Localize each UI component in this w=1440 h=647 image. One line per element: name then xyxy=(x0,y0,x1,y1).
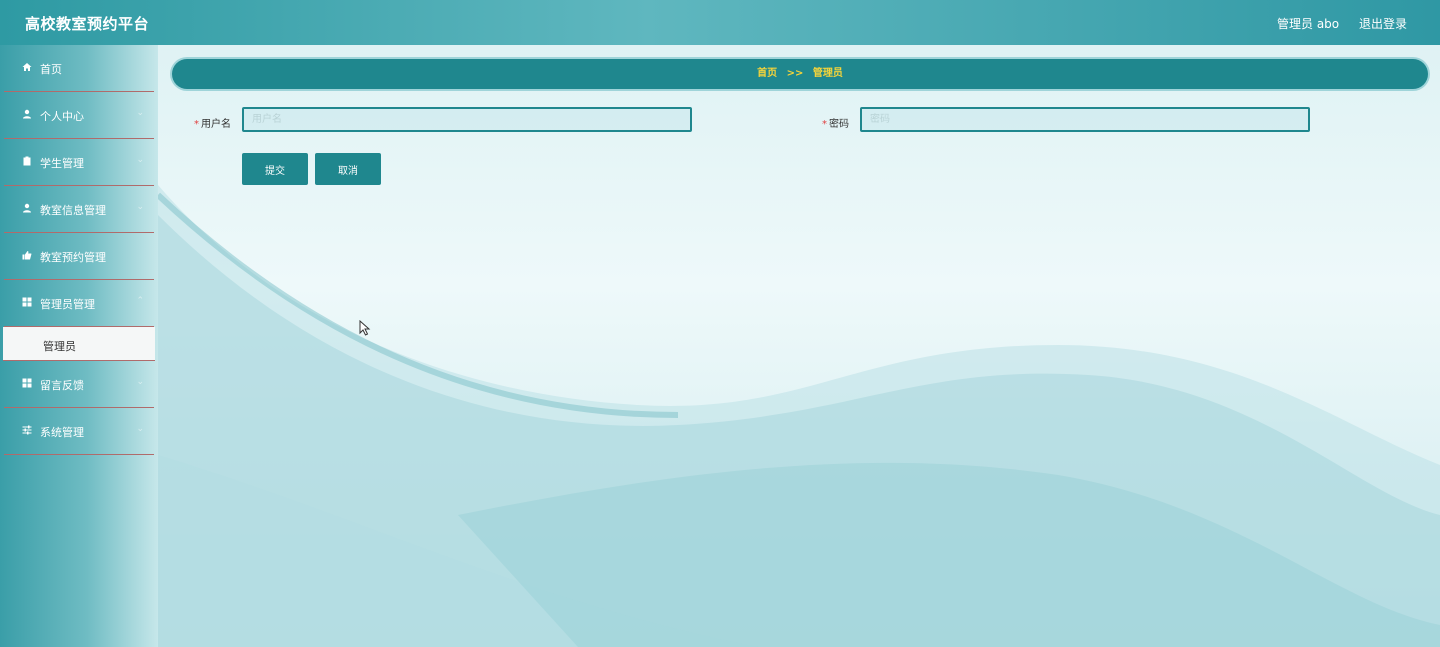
username-row: * 用户名 xyxy=(158,107,798,135)
password-label: * 密码 xyxy=(822,115,849,130)
background-silk-wave xyxy=(158,185,1440,647)
password-input[interactable] xyxy=(860,107,1310,132)
required-mark: * xyxy=(822,119,827,130)
chevron-up-icon: ⌃ xyxy=(136,296,144,306)
grid-icon xyxy=(22,297,32,307)
sidebar-item-classroom-info[interactable]: 教室信息管理 ⌄ xyxy=(4,186,154,233)
clipboard-icon xyxy=(22,156,32,166)
sidebar-item-personal-center[interactable]: 个人中心 ⌄ xyxy=(4,92,154,139)
user-area: 管理员 abo 退出登录 xyxy=(1277,15,1407,32)
sidebar-item-classroom-booking[interactable]: 教室预约管理 xyxy=(4,233,154,280)
username-input[interactable] xyxy=(242,107,692,132)
sidebar-item-system-management[interactable]: 系统管理 ⌄ xyxy=(4,408,154,455)
main-content: 首页 >> 管理员 *用户名 *密码 提交 取消 xyxy=(158,45,1440,647)
sidebar-item-home[interactable]: 首页 xyxy=(4,45,154,92)
sidebar-item-label: 教室预约管理 xyxy=(40,251,106,264)
current-user-label: 管理员 abo xyxy=(1277,17,1340,31)
top-header: 高校教室预约平台 管理员 abo 退出登录 xyxy=(0,0,1440,45)
breadcrumb: 首页 >> 管理员 xyxy=(172,59,1428,89)
chevron-down-icon: ⌄ xyxy=(136,202,144,212)
sidebar-item-admin-management[interactable]: 管理员管理 ⌃ xyxy=(4,280,154,327)
user-icon xyxy=(22,109,32,119)
app-title: 高校教室预约平台 xyxy=(25,15,150,33)
logout-link[interactable]: 退出登录 xyxy=(1359,15,1407,32)
sidebar-item-label: 个人中心 xyxy=(40,110,84,123)
sidebar-item-feedback[interactable]: 留言反馈 ⌄ xyxy=(4,361,154,408)
sidebar-item-label: 学生管理 xyxy=(40,157,84,170)
breadcrumb-current: 管理员 xyxy=(812,68,843,79)
sliders-icon xyxy=(22,425,32,435)
chevron-down-icon: ⌄ xyxy=(136,377,144,387)
chevron-down-icon: ⌄ xyxy=(136,108,144,118)
sidebar-item-label: 管理员管理 xyxy=(40,298,95,311)
cancel-button[interactable]: 取消 xyxy=(315,153,381,185)
breadcrumb-home[interactable]: 首页 xyxy=(757,68,777,79)
sidebar: 首页 个人中心 ⌄ 学生管理 ⌄ 教室信息管理 ⌄ 教室预约管理 管理员管理 ⌃ xyxy=(0,45,158,647)
breadcrumb-separator: >> xyxy=(786,68,804,79)
grid-icon xyxy=(22,378,32,388)
chevron-down-icon: ⌄ xyxy=(136,424,144,434)
sidebar-item-label: 教室信息管理 xyxy=(40,204,106,217)
sidebar-item-label: 留言反馈 xyxy=(40,379,84,392)
username-label: * 用户名 xyxy=(194,115,231,130)
username-label-text: 用户名 xyxy=(201,119,231,130)
chevron-down-icon: ⌄ xyxy=(136,155,144,165)
sidebar-item-label: 首页 xyxy=(40,63,62,76)
sidebar-subitem-label: 管理员 xyxy=(43,340,76,353)
password-row: * 密码 xyxy=(798,107,1438,135)
user-icon xyxy=(22,203,32,213)
submit-button[interactable]: 提交 xyxy=(242,153,308,185)
home-icon xyxy=(22,62,32,72)
password-label-text: 密码 xyxy=(829,119,849,130)
required-mark: * xyxy=(194,119,199,130)
mouse-cursor-icon xyxy=(359,320,371,336)
sidebar-subitem-admin[interactable]: 管理员 xyxy=(3,327,155,361)
thumb-icon xyxy=(22,250,32,260)
sidebar-item-student-management[interactable]: 学生管理 ⌄ xyxy=(4,139,154,186)
sidebar-item-label: 系统管理 xyxy=(40,426,84,439)
